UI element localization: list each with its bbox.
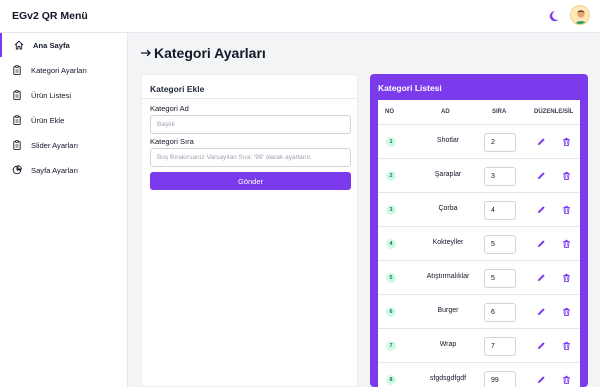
delete-icon[interactable] [562, 239, 571, 248]
category-name: Atıştırmalıklar [426, 273, 470, 280]
add-category-title: Kategori Ekle [150, 84, 205, 94]
column-header-order: SIRA [492, 109, 507, 115]
row-number-badge: 3 [386, 205, 396, 215]
table-header: NO AD SIRA DÜZENLE/SİL [378, 100, 580, 125]
order-input[interactable] [484, 303, 516, 322]
divider [142, 98, 357, 99]
sidebar-item-label: Sayfa Ayarları [31, 166, 79, 175]
column-header-actions: DÜZENLE/SİL [534, 109, 574, 115]
edit-icon[interactable] [537, 239, 546, 248]
category-order-input[interactable] [150, 148, 351, 167]
sidebar-item-label: Ürün Listesi [31, 91, 72, 100]
category-name: Kokteyller [432, 239, 464, 246]
edit-icon[interactable] [537, 137, 546, 146]
delete-icon[interactable] [562, 307, 571, 316]
table-row: 6 Burger [378, 295, 580, 329]
category-name: Wrap [439, 341, 457, 348]
sidebar-item-ana-sayfa[interactable]: Ana Sayfa [0, 33, 128, 57]
add-category-card: Kategori Ekle Kategori Ad Kategori Sıra … [141, 74, 358, 387]
table-row: 7 Wrap [378, 329, 580, 363]
sidebar-item-urun-ekle[interactable]: Ürün Ekle [0, 108, 128, 132]
column-header-name: AD [441, 109, 450, 115]
edit-icon[interactable] [537, 205, 546, 214]
user-avatar-icon[interactable] [570, 5, 590, 25]
order-input[interactable] [484, 269, 516, 288]
table-row: 4 Kokteyller [378, 227, 580, 261]
category-order-label: Kategori Sıra [150, 137, 194, 146]
table-row: 2 Şaraplar [378, 159, 580, 193]
category-list-card: Kategori Listesi NO AD SIRA DÜZENLE/SİL … [370, 74, 588, 387]
moon-icon[interactable] [549, 9, 563, 23]
row-number-badge: 5 [386, 273, 396, 283]
app-brand[interactable]: EGv2 QR Menü [12, 10, 88, 22]
row-number-badge: 4 [386, 239, 396, 249]
edit-icon[interactable] [537, 171, 546, 180]
delete-icon[interactable] [562, 341, 571, 350]
row-number-badge: 6 [386, 307, 396, 317]
delete-icon[interactable] [562, 375, 571, 384]
row-number-badge: 2 [386, 171, 396, 181]
clipboard-icon [13, 140, 21, 150]
order-input[interactable] [484, 133, 516, 152]
sidebar-item-label: Ana Sayfa [33, 41, 70, 50]
sidebar: Ana Sayfa Kategori Ayarları Ürün Listesi… [0, 33, 128, 387]
sidebar-item-slider-ayarlari[interactable]: Slider Ayarları [0, 133, 128, 157]
row-number-badge: 8 [386, 375, 396, 385]
order-input[interactable] [484, 371, 516, 387]
delete-icon[interactable] [562, 205, 571, 214]
clipboard-icon [13, 115, 21, 125]
clipboard-icon [13, 90, 21, 100]
sidebar-item-kategori-ayarlari[interactable]: Kategori Ayarları [0, 58, 128, 82]
category-name: Çorba [438, 205, 458, 212]
page-title: Kategori Ayarları [154, 45, 266, 61]
edit-icon[interactable] [537, 341, 546, 350]
table-row: 3 Çorba [378, 193, 580, 227]
delete-icon[interactable] [562, 273, 571, 282]
category-table: NO AD SIRA DÜZENLE/SİL 1 Shotlar 2 Şarap… [378, 100, 580, 387]
sidebar-item-urun-listesi[interactable]: Ürün Listesi [0, 83, 128, 107]
clipboard-icon [13, 65, 21, 75]
submit-button[interactable]: Gönder [150, 172, 351, 190]
sidebar-item-sayfa-ayarlari[interactable]: Sayfa Ayarları [0, 158, 128, 182]
order-input[interactable] [484, 235, 516, 254]
arrow-right-icon [141, 49, 151, 57]
home-icon [14, 40, 24, 50]
category-name-label: Kategori Ad [150, 104, 189, 113]
edit-icon[interactable] [537, 375, 546, 384]
delete-icon[interactable] [562, 137, 571, 146]
pie-chart-icon [12, 165, 22, 175]
table-row: 5 Atıştırmalıklar [378, 261, 580, 295]
sidebar-item-label: Kategori Ayarları [31, 66, 87, 75]
top-bar: EGv2 QR Menü [0, 0, 600, 33]
delete-icon[interactable] [562, 171, 571, 180]
table-row: 8 sfgdsgdfgdf [378, 363, 580, 387]
category-name: sfgdsgdfgdf [429, 375, 467, 382]
sidebar-item-label: Ürün Ekle [31, 116, 65, 125]
order-input[interactable] [484, 201, 516, 220]
column-header-no: NO [385, 109, 394, 115]
order-input[interactable] [484, 337, 516, 356]
row-number-badge: 1 [386, 137, 396, 147]
category-list-title: Kategori Listesi [378, 83, 442, 93]
table-row: 1 Shotlar [378, 125, 580, 159]
category-name-input[interactable] [150, 115, 351, 134]
sidebar-item-label: Slider Ayarları [31, 141, 79, 150]
category-name: Burger [437, 307, 459, 314]
category-name: Şaraplar [434, 171, 462, 178]
edit-icon[interactable] [537, 307, 546, 316]
order-input[interactable] [484, 167, 516, 186]
edit-icon[interactable] [537, 273, 546, 282]
category-name: Shotlar [436, 137, 460, 144]
row-number-badge: 7 [386, 341, 396, 351]
